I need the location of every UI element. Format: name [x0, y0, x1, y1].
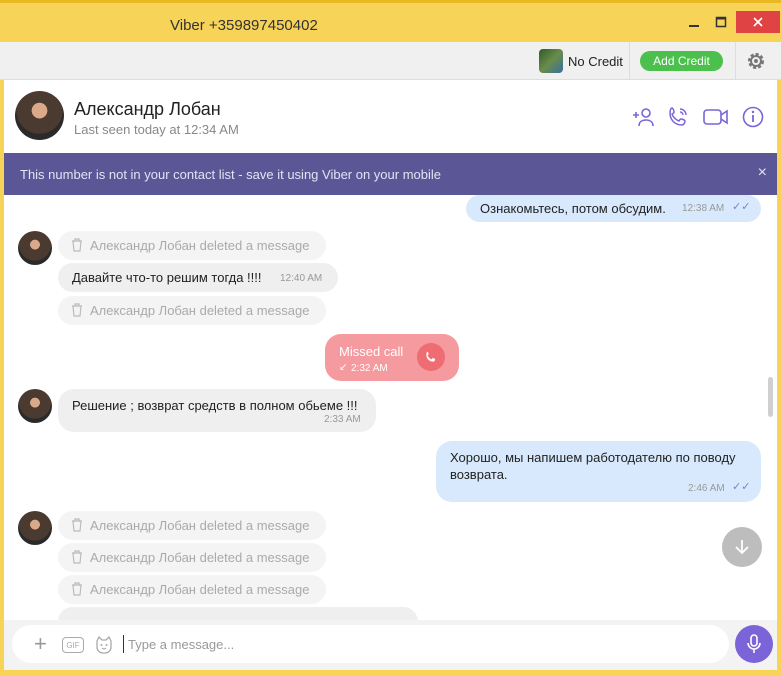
trash-icon [72, 550, 82, 564]
viber-window: Viber +359897450402 No Credit Add Credit… [0, 0, 781, 676]
message-time: 12:38 AM [682, 203, 725, 214]
microphone-icon [747, 634, 761, 653]
minimize-button[interactable] [683, 11, 705, 33]
message-deleted: Александр Лобан deleted a message [58, 296, 326, 325]
last-seen: Last seen today at 12:34 AM [74, 122, 239, 137]
gif-icon[interactable]: GIF [62, 637, 84, 653]
close-window-button[interactable] [736, 11, 780, 33]
plus-icon[interactable]: + [34, 633, 47, 655]
info-icon[interactable] [741, 105, 765, 129]
video-call-icon[interactable] [702, 105, 730, 129]
toolbar-divider [629, 42, 630, 80]
message-text: Решение ; возврат средств в полном обьем… [72, 398, 358, 413]
window-frame [0, 670, 781, 676]
close-icon [753, 17, 763, 27]
contact-avatar[interactable] [15, 91, 64, 140]
message-text: Александр Лобан deleted a message [90, 582, 310, 597]
sender-avatar[interactable] [18, 511, 52, 545]
top-toolbar: No Credit Add Credit [0, 42, 781, 80]
message-outgoing[interactable]: Хорошо, мы напишем работодателю по повод… [436, 441, 761, 502]
message-deleted: Александр Лобан deleted a message [58, 231, 326, 260]
message-text: Александр Лобан deleted a message [90, 550, 310, 565]
missed-call-label: Missed call [339, 344, 404, 359]
trash-icon [72, 238, 82, 252]
add-participant-icon[interactable] [632, 105, 656, 129]
message-text: Хорошо, мы напишем работодателю по повод… [450, 450, 736, 465]
message-time: 2:33 AM [324, 414, 361, 425]
maximize-button[interactable] [710, 11, 732, 33]
message-outgoing[interactable]: Ознакомьтесь, потом обсудим. 12:38 AM ✓✓ [466, 195, 761, 222]
message-text: Александр Лобан deleted a message [90, 238, 310, 253]
missed-call-bubble[interactable]: Missed call ↙ 2:32 AM [325, 334, 459, 381]
phone-icon [426, 351, 436, 362]
message-incoming[interactable]: Давайте что-то решим тогда !!!! 12:40 AM [58, 263, 338, 292]
trash-icon [72, 518, 82, 532]
text-cursor [123, 635, 124, 653]
message-text: Ознакомьтесь, потом обсудим. [480, 201, 666, 216]
sticker-icon[interactable] [94, 635, 114, 655]
sender-avatar[interactable] [18, 231, 52, 265]
message-composer: + GIF [4, 620, 777, 670]
trash-icon [72, 303, 82, 317]
arrow-down-icon [735, 540, 749, 555]
gear-icon[interactable] [746, 51, 766, 71]
message-scrollbar[interactable] [768, 377, 773, 417]
message-incoming[interactable]: Решение ; возврат средств в полном обьем… [58, 389, 376, 432]
read-ticks: ✓✓ [732, 481, 751, 493]
message-text: Давайте что-то решим тогда !!!! [72, 270, 262, 285]
read-ticks: ✓✓ [732, 201, 751, 213]
scroll-to-bottom-button[interactable] [722, 527, 762, 567]
message-input[interactable] [128, 634, 718, 654]
banner-close-button[interactable]: × [758, 164, 767, 182]
chat-panel: Александр Лобан Last seen today at 12:34… [4, 80, 777, 670]
window-title: Viber +359897450402 [170, 17, 318, 34]
message-text: Александр Лобан deleted a message [90, 303, 310, 318]
account-avatar[interactable] [539, 49, 563, 73]
voice-message-button[interactable] [735, 625, 773, 663]
message-text-line2: возврата. [450, 467, 508, 482]
message-time: 2:46 AM [688, 483, 725, 494]
toolbar-divider [735, 42, 736, 80]
not-in-contacts-banner: This number is not in your contact list … [4, 153, 777, 195]
message-list[interactable]: Ознакомьтесь, потом обсудим. 12:38 AM ✓✓… [4, 195, 777, 620]
message-time: 12:40 AM [280, 273, 323, 284]
banner-text: This number is not in your contact list … [20, 167, 442, 182]
sender-avatar[interactable] [18, 389, 52, 423]
message-text: Александр Лобан deleted a message [90, 518, 310, 533]
chat-header: Александр Лобан Last seen today at 12:34… [4, 80, 777, 153]
phone-icon[interactable] [666, 105, 690, 129]
call-back-button[interactable] [417, 343, 445, 371]
missed-call-arrow-icon: ↙ [339, 362, 348, 373]
message-incoming-partial[interactable] [58, 607, 418, 620]
credit-status: No Credit [568, 54, 623, 69]
message-deleted: Александр Лобан deleted a message [58, 543, 326, 572]
trash-icon [72, 582, 82, 596]
contact-name[interactable]: Александр Лобан [74, 99, 221, 120]
composer-box: + GIF [12, 625, 729, 663]
title-bar: Viber +359897450402 [0, 0, 781, 42]
message-deleted: Александр Лобан deleted a message [58, 511, 326, 540]
add-credit-button[interactable]: Add Credit [640, 51, 723, 71]
message-deleted: Александр Лобан deleted a message [58, 575, 326, 604]
message-time: 2:32 AM [351, 363, 388, 374]
maximize-icon [715, 16, 727, 28]
minimize-icon [689, 25, 699, 27]
